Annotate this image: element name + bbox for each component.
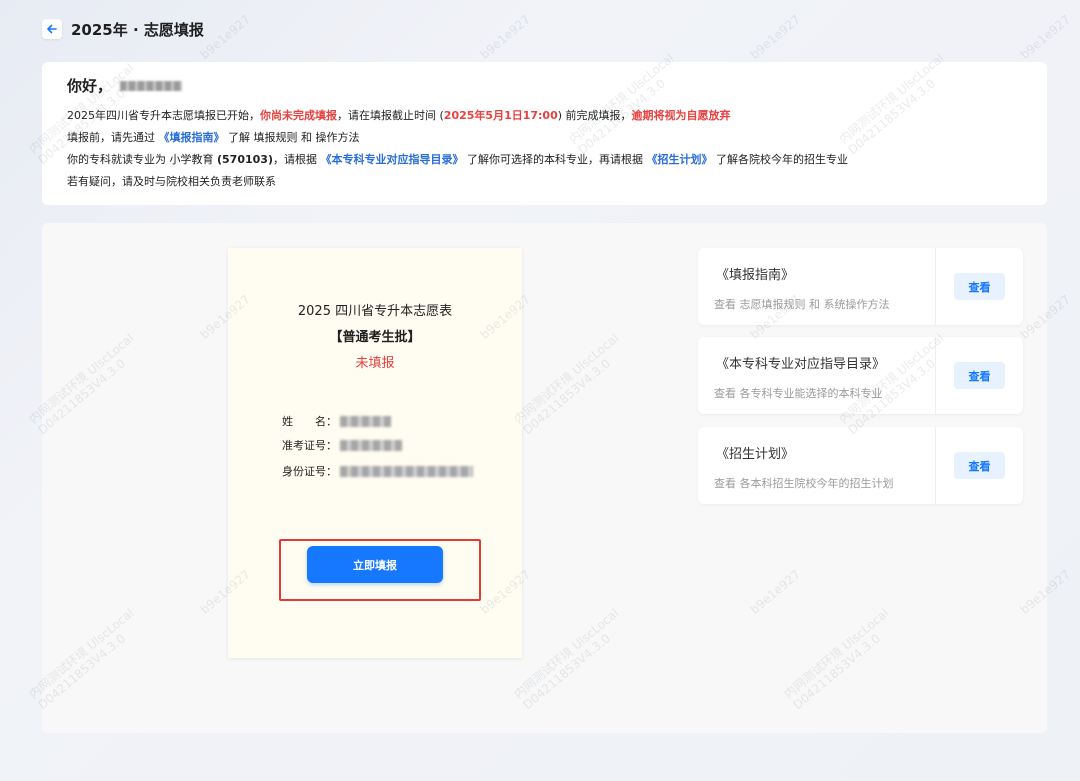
card-divider: [935, 427, 936, 504]
arrow-left-icon: [47, 24, 57, 34]
greeting-text: 你好，: [67, 77, 113, 95]
name-row: 姓 名：: [282, 413, 391, 429]
notice-line-3: 你的专科就读专业为 小学教育 (570103)，请根据 《本专科专业对应指导目录…: [67, 149, 1022, 171]
notice-text: 你的专科就读专业为 小学教育: [67, 153, 217, 166]
guide-link[interactable]: 《填报指南》: [159, 131, 225, 144]
application-form-card: 2025 四川省专升本志愿表 【普通考生批】 未填报 姓 名： 准考证号： 身份…: [228, 248, 522, 658]
notice-text: ，请根据: [272, 153, 321, 166]
notice-text: ) 前完成填报，: [557, 109, 632, 122]
submit-application-button[interactable]: 立即填报: [307, 546, 443, 583]
notice-text: 了解你可选择的本科专业，再请根据: [463, 153, 647, 166]
view-plan-button[interactable]: 查看: [954, 452, 1005, 479]
page-title: 2025年 · 志愿填报: [71, 20, 204, 39]
plan-card-title: 《招生计划》: [716, 447, 795, 462]
card-divider: [935, 337, 936, 414]
major-catalog-card: 《本专科专业对应指导目录》 查看 各专科专业能选择的本科专业 查看: [698, 337, 1023, 414]
notice-line-4: 若有疑问，请及时与院校相关负责老师联系: [67, 175, 276, 188]
card-divider: [935, 248, 936, 325]
id-no-label: 身份证号：: [282, 465, 337, 478]
watermark-short: b9e1e927: [477, 12, 533, 62]
watermark-short: b9e1e927: [197, 12, 253, 62]
id-no-row: 身份证号：: [282, 463, 473, 479]
blurred-name-value: [340, 415, 391, 427]
blurred-user-name: [120, 80, 183, 91]
major-code: (570103): [217, 153, 273, 166]
incomplete-warning: 你尚未完成填报: [260, 109, 337, 122]
exam-no-row: 准考证号：: [282, 437, 402, 453]
enrollment-plan-link[interactable]: 《招生计划》: [646, 153, 712, 166]
notice-line-2: 填报前，请先通过 《填报指南》 了解 填报规则 和 操作方法: [67, 127, 1022, 149]
penalty-warning: 逾期将视为自愿放弃: [631, 109, 731, 122]
back-button[interactable]: [42, 19, 62, 39]
exam-no-label: 准考证号：: [282, 439, 337, 452]
blurred-exam-no-value: [340, 439, 402, 451]
notice-text: 了解 填报规则 和 操作方法: [224, 131, 360, 144]
notice-text: 填报前，请先通过: [67, 131, 159, 144]
name-label: 姓 名：: [282, 415, 337, 428]
notice-text: 2025年四川省专升本志愿填报已开始，: [67, 109, 260, 122]
catalog-card-title: 《本专科专业对应指导目录》: [716, 357, 886, 372]
enrollment-plan-card: 《招生计划》 查看 各本科招生院校今年的招生计划 查看: [698, 427, 1023, 504]
form-status: 未填报: [355, 356, 395, 371]
major-catalog-link[interactable]: 《本专科专业对应指导目录》: [320, 153, 463, 166]
view-guide-button[interactable]: 查看: [954, 273, 1005, 300]
page-header: 2025年 · 志愿填报: [42, 16, 204, 42]
catalog-card-desc: 查看 各专科专业能选择的本科专业: [714, 387, 883, 400]
blurred-id-no-value: [340, 465, 473, 477]
notice-line-1: 2025年四川省专升本志愿填报已开始，你尚未完成填报，请在填报截止时间 (202…: [67, 105, 1022, 127]
main-panel: 2025 四川省专升本志愿表 【普通考生批】 未填报 姓 名： 准考证号： 身份…: [42, 223, 1047, 733]
notice-text: 了解各院校今年的招生专业: [712, 153, 848, 166]
view-catalog-button[interactable]: 查看: [954, 362, 1005, 389]
guide-card-title: 《填报指南》: [716, 268, 795, 283]
watermark-short: b9e1e927: [747, 12, 803, 62]
notice-text: ，请在填报截止时间 (: [337, 109, 444, 122]
notice-panel: 你好， 2025年四川省专升本志愿填报已开始，你尚未完成填报，请在填报截止时间 …: [42, 62, 1047, 205]
guide-card-desc: 查看 志愿填报规则 和 系统操作方法: [714, 298, 890, 311]
deadline-text: 2025年5月1日17:00: [443, 109, 558, 122]
plan-card-desc: 查看 各本科招生院校今年的招生计划: [714, 477, 894, 490]
guide-card: 《填报指南》 查看 志愿填报规则 和 系统操作方法 查看: [698, 248, 1023, 325]
form-title: 2025 四川省专升本志愿表: [297, 304, 453, 319]
watermark-short: b9e1e927: [1017, 12, 1073, 62]
form-batch: 【普通考生批】: [329, 330, 421, 345]
greeting: 你好，: [67, 75, 1022, 96]
